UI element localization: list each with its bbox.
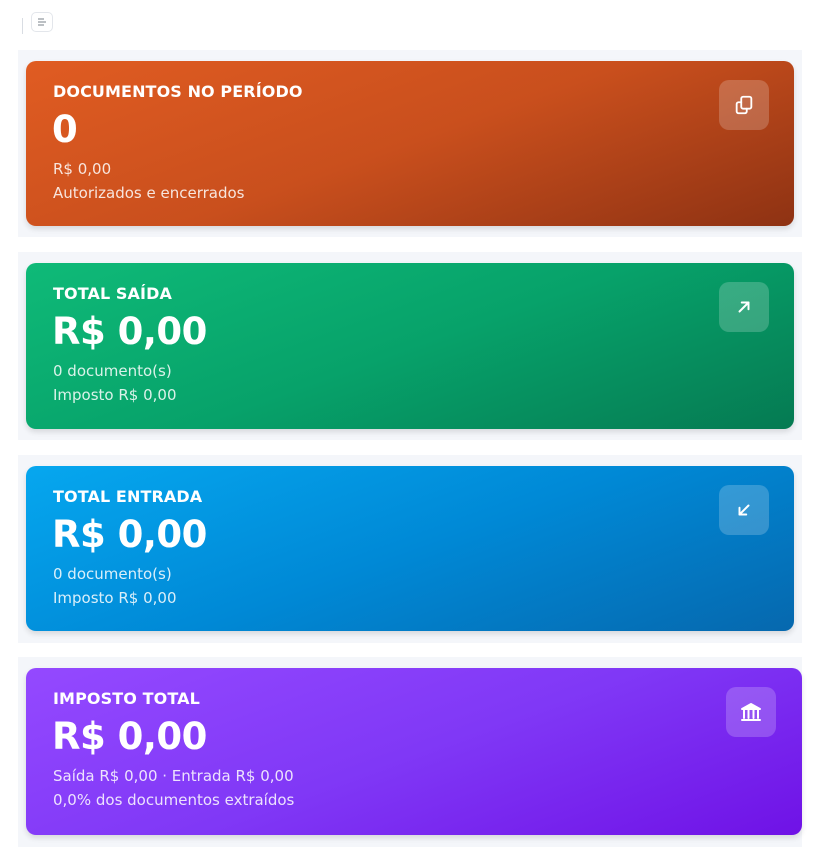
card-breakdown: Saída R$ 0,00 · Entrada R$ 0,00: [53, 767, 294, 785]
card-tax: Imposto R$ 0,00: [53, 589, 177, 607]
card-doc-count: 0 documento(s): [53, 362, 172, 380]
card-value: R$ 0,00: [52, 310, 207, 353]
card-title: TOTAL ENTRADA: [53, 487, 203, 506]
card-value: 0: [52, 108, 78, 151]
card-doc-count: 0 documento(s): [53, 565, 172, 583]
total-incoming-card[interactable]: TOTAL ENTRADA R$ 0,00 0 documento(s) Imp…: [26, 466, 794, 631]
divider: [22, 18, 23, 34]
card-percentage: 0,0% dos documentos extraídos: [53, 791, 295, 809]
total-outgoing-card[interactable]: TOTAL SAÍDA R$ 0,00 0 documento(s) Impos…: [26, 263, 794, 429]
card-value: R$ 0,00: [52, 513, 207, 556]
card-amount: R$ 0,00: [53, 160, 112, 178]
total-tax-card[interactable]: IMPOSTO TOTAL R$ 0,00 Saída R$ 0,00 · En…: [26, 668, 802, 835]
bank-icon: [726, 687, 776, 737]
card-title: DOCUMENTOS NO PERÍODO: [53, 82, 303, 101]
arrow-down-left-icon: [719, 485, 769, 535]
menu-toggle-button[interactable]: [31, 12, 53, 32]
arrow-up-right-icon: [719, 282, 769, 332]
card-tax: Imposto R$ 0,00: [53, 386, 177, 404]
documents-period-card[interactable]: DOCUMENTOS NO PERÍODO 0 R$ 0,00 Autoriza…: [26, 61, 794, 226]
card-title: IMPOSTO TOTAL: [53, 689, 200, 708]
card-title: TOTAL SAÍDA: [53, 284, 172, 303]
card-subtitle: Autorizados e encerrados: [53, 184, 245, 202]
list-icon: [38, 18, 46, 26]
top-toolbar: [0, 0, 820, 40]
copy-icon: [719, 80, 769, 130]
card-value: R$ 0,00: [52, 715, 207, 758]
